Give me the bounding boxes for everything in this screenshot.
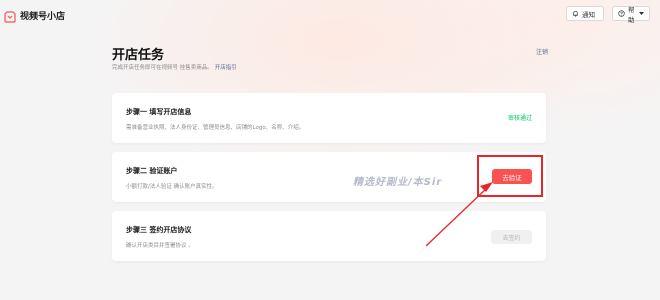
help-dropdown[interactable]: 帮助 — [612, 5, 650, 24]
caret-down-icon — [639, 11, 644, 16]
annotation-highlight-box — [477, 155, 543, 197]
sign-agreement-button[interactable]: 去签约 — [491, 230, 532, 244]
help-label: 帮助 — [628, 5, 635, 24]
help-circle-icon — [618, 10, 625, 17]
watermark-text: 精选好副业/本Sir — [353, 177, 443, 188]
logout-link[interactable]: 注销 — [536, 47, 548, 56]
page-subtitle: 完成开店任务即可在视频号 挂售卖商品。 开店指引 — [112, 63, 237, 71]
app-title: 视频号小店 — [20, 12, 66, 22]
notification-label: 通知 — [582, 10, 595, 19]
step-title: 步骤一 填写开店信息 — [126, 108, 192, 116]
step-title: 步骤二 验证账户 — [126, 167, 178, 175]
step-description: 需准备营业执照、法人身份证、管理员信息、店铺的Logo、名称、介绍。 — [126, 125, 305, 131]
notification-button[interactable]: 通知 — [566, 6, 604, 21]
subtitle-text: 完成开店任务即可在视频号 挂售卖商品。 — [112, 65, 213, 71]
shop-logo-icon — [4, 8, 16, 23]
page-title: 开店任务 — [112, 48, 165, 63]
guide-link[interactable]: 开店指引 — [215, 65, 237, 71]
bell-icon — [572, 10, 579, 17]
step-card-3: 步骤三 签约开店协议 确认开店类目并签署协议 。 去签约 — [112, 211, 546, 261]
step-description: 小额打款/法人验证 确认账户真实性。 — [126, 184, 218, 190]
step-card-1: 步骤一 填写开店信息 需准备营业执照、法人身份证、管理员信息、店铺的Logo、名… — [112, 93, 546, 143]
step-description: 确认开店类目并签署协议 。 — [126, 243, 194, 249]
step-title: 步骤三 签约开店协议 — [126, 226, 192, 234]
top-bar: 视频号小店 通知 帮助 — [0, 0, 660, 28]
status-badge: 审核通过 — [507, 115, 532, 122]
